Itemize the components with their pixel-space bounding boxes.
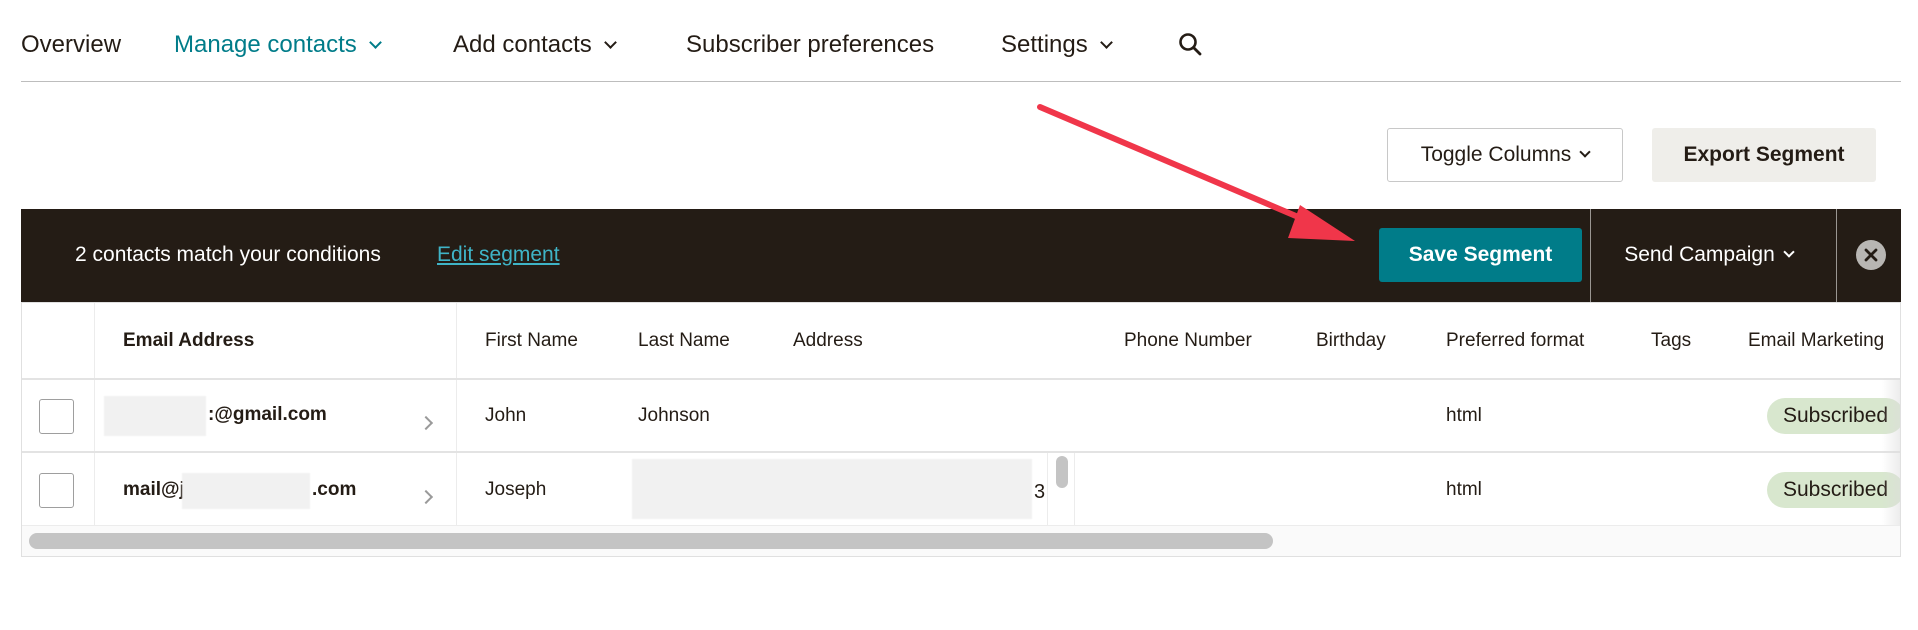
- banner-separator: [1836, 209, 1837, 302]
- nav-divider: [21, 81, 1901, 82]
- save-segment-button[interactable]: Save Segment: [1379, 228, 1582, 282]
- column-divider: [456, 303, 457, 525]
- column-divider: [94, 303, 95, 525]
- edit-segment-link[interactable]: Edit segment: [437, 243, 560, 267]
- export-segment-label: Export Segment: [1683, 143, 1845, 166]
- nav-settings-label: Settings: [1001, 31, 1088, 58]
- export-segment-button[interactable]: Export Segment: [1652, 128, 1876, 182]
- column-header-email-marketing[interactable]: Email Marketing: [1748, 330, 1884, 352]
- row-email: :@gmail.com: [208, 404, 327, 425]
- send-campaign-button[interactable]: Send Campaign: [1591, 228, 1826, 282]
- row-last-name: Johnson: [638, 405, 710, 426]
- chevron-down-icon: [368, 36, 382, 49]
- scroll-shadow: [1882, 378, 1900, 525]
- chevron-down-icon: [1783, 246, 1795, 258]
- save-segment-label: Save Segment: [1408, 243, 1553, 266]
- contacts-table: Email Address First Name Last Name Addre…: [21, 302, 1901, 557]
- status-badge: Subscribed: [1767, 398, 1900, 434]
- row-first-name: Joseph: [485, 479, 547, 500]
- column-header-phone[interactable]: Phone Number: [1124, 330, 1252, 352]
- status-badge: Subscribed: [1767, 472, 1900, 508]
- chevron-down-icon: [603, 36, 617, 49]
- column-divider: [1047, 451, 1048, 525]
- nav-subscriber-preferences[interactable]: Subscriber preferences: [686, 30, 934, 60]
- column-header-preferred-format[interactable]: Preferred format: [1446, 330, 1584, 352]
- nav-overview-label: Overview: [21, 31, 122, 58]
- row-checkbox[interactable]: [39, 399, 74, 434]
- row-divider: [22, 451, 1900, 453]
- address-cell-scrollbar[interactable]: [1056, 456, 1068, 488]
- toggle-columns-button[interactable]: Toggle Columns: [1387, 128, 1623, 182]
- toggle-columns-label: Toggle Columns: [1420, 143, 1572, 166]
- nav-manage-contacts[interactable]: Manage contacts: [174, 30, 382, 60]
- nav-manage-contacts-label: Manage contacts: [174, 31, 357, 58]
- row-first-name: John: [485, 405, 527, 426]
- nav-add-contacts[interactable]: Add contacts: [453, 30, 617, 60]
- row-email-prefix: mail@j: [123, 479, 185, 500]
- nav-overview[interactable]: Overview: [21, 30, 121, 60]
- row-divider: [22, 378, 1900, 380]
- column-header-first-name[interactable]: First Name: [485, 330, 578, 352]
- column-header-last-name[interactable]: Last Name: [638, 330, 730, 352]
- search-icon[interactable]: [1178, 32, 1202, 56]
- nav-add-contacts-label: Add contacts: [453, 31, 592, 58]
- column-header-tags[interactable]: Tags: [1651, 330, 1691, 352]
- horizontal-scrollbar-thumb[interactable]: [29, 533, 1273, 549]
- redacted-email: [104, 396, 206, 436]
- redacted-name-address: [632, 459, 1032, 519]
- row-address: 3: [1034, 481, 1046, 503]
- chevron-right-icon[interactable]: [418, 489, 434, 505]
- column-header-address[interactable]: Address: [793, 330, 863, 352]
- column-header-email[interactable]: Email Address: [123, 330, 254, 352]
- column-header-birthday[interactable]: Birthday: [1316, 330, 1386, 352]
- row-preferred-format: html: [1446, 479, 1482, 500]
- nav-settings[interactable]: Settings: [1001, 30, 1113, 60]
- match-count-text: 2 contacts match your conditions: [75, 243, 381, 266]
- column-divider: [1074, 451, 1075, 525]
- nav-subscriber-preferences-label: Subscriber preferences: [686, 31, 935, 58]
- row-checkbox[interactable]: [39, 473, 74, 508]
- chevron-down-icon: [1579, 146, 1591, 158]
- redacted-email: [182, 473, 310, 509]
- row-email-suffix: .com: [312, 479, 357, 500]
- segment-banner: 2 contacts match your conditions Edit se…: [21, 209, 1901, 302]
- row-preferred-format: html: [1446, 405, 1482, 426]
- close-icon[interactable]: [1856, 240, 1886, 270]
- send-campaign-label: Send Campaign: [1624, 243, 1775, 266]
- chevron-right-icon[interactable]: [418, 415, 434, 431]
- chevron-down-icon: [1099, 36, 1113, 49]
